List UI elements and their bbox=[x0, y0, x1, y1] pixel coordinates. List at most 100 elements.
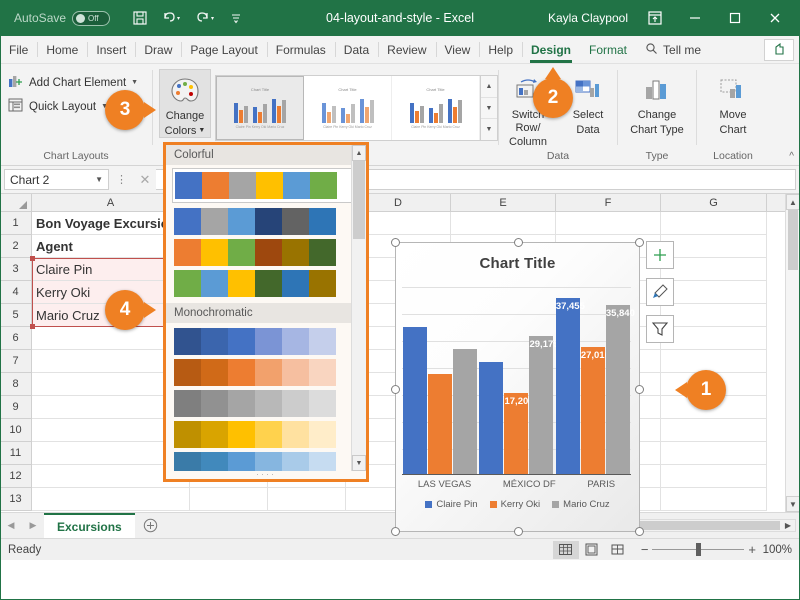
ribbon-display-options-icon[interactable] bbox=[642, 5, 668, 31]
customize-qat-icon[interactable] bbox=[230, 12, 242, 24]
cell-g13[interactable] bbox=[661, 488, 767, 511]
scrollbar-thumb[interactable] bbox=[788, 210, 798, 270]
color-swatch[interactable] bbox=[174, 359, 201, 386]
color-swatch[interactable] bbox=[282, 328, 309, 355]
row-header[interactable]: 6 bbox=[0, 327, 32, 350]
tab-formulas[interactable]: Formulas bbox=[266, 36, 335, 63]
color-swatch[interactable] bbox=[282, 452, 309, 471]
bar-claire-pin[interactable]: 37,455 bbox=[555, 297, 585, 474]
tab-design[interactable]: Design bbox=[522, 36, 580, 63]
palette-colorful-4[interactable] bbox=[166, 268, 366, 299]
color-swatch[interactable] bbox=[201, 390, 228, 417]
color-swatch[interactable] bbox=[201, 328, 228, 355]
color-swatch[interactable] bbox=[255, 390, 282, 417]
color-swatch[interactable] bbox=[174, 452, 201, 471]
row-header[interactable]: 12 bbox=[0, 465, 32, 488]
tab-home[interactable]: Home bbox=[37, 36, 87, 63]
color-swatch[interactable] bbox=[174, 239, 201, 266]
column-header-f[interactable]: F bbox=[556, 194, 661, 211]
color-swatch[interactable] bbox=[309, 239, 336, 266]
color-swatch[interactable] bbox=[228, 239, 255, 266]
cell-g4[interactable] bbox=[661, 281, 767, 304]
color-swatch[interactable] bbox=[309, 208, 336, 235]
change-colors-dropdown[interactable]: Colorful Monochromatic ▲ ▼ ···· bbox=[163, 142, 369, 482]
color-swatch[interactable] bbox=[201, 208, 228, 235]
row-header[interactable]: 11 bbox=[0, 442, 32, 465]
color-swatch[interactable] bbox=[229, 172, 256, 199]
tab-review[interactable]: Review bbox=[378, 36, 435, 63]
tab-file[interactable]: File bbox=[0, 36, 37, 63]
color-swatch[interactable] bbox=[255, 270, 282, 297]
scrollbar-track[interactable] bbox=[352, 239, 366, 455]
row-header[interactable]: 13 bbox=[0, 488, 32, 511]
tell-me-search[interactable]: Tell me bbox=[636, 36, 710, 63]
chart-title[interactable]: Chart Title bbox=[396, 243, 639, 272]
chart-style-thumbnail[interactable]: Chart Title Claire Pin Kerry Oki Mario C… bbox=[304, 76, 392, 140]
color-swatch[interactable] bbox=[201, 270, 228, 297]
row-header[interactable]: 9 bbox=[0, 396, 32, 419]
page-break-view-icon[interactable] bbox=[605, 541, 631, 559]
zoom-in-button[interactable]: + bbox=[748, 542, 756, 557]
color-swatch[interactable] bbox=[309, 452, 336, 471]
color-swatch[interactable] bbox=[255, 328, 282, 355]
dropdown-scroll-down-button[interactable]: ▼ bbox=[352, 455, 366, 471]
palette-colorful-1[interactable] bbox=[172, 168, 360, 203]
resize-handle-bottom-left[interactable] bbox=[391, 527, 400, 536]
tab-view[interactable]: View bbox=[435, 36, 480, 63]
column-header-e[interactable]: E bbox=[451, 194, 556, 211]
bar-claire-pin[interactable] bbox=[479, 361, 504, 474]
bar-mario-cruz[interactable]: 35,840 bbox=[605, 304, 635, 474]
next-sheet-icon[interactable]: ▶ bbox=[22, 513, 44, 538]
add-sheet-icon[interactable] bbox=[135, 513, 167, 538]
chart-style-thumbnail[interactable]: Chart Title Claire Pin Kerry Oki Mario C… bbox=[216, 76, 304, 140]
chevron-down-icon[interactable]: ▼ bbox=[95, 175, 103, 184]
palette-mono-2[interactable] bbox=[166, 357, 366, 388]
color-swatch[interactable] bbox=[174, 208, 201, 235]
color-swatch[interactable] bbox=[201, 359, 228, 386]
close-icon[interactable] bbox=[762, 5, 788, 31]
color-swatch[interactable] bbox=[228, 270, 255, 297]
color-swatch[interactable] bbox=[255, 208, 282, 235]
color-swatch[interactable] bbox=[228, 390, 255, 417]
color-swatch[interactable] bbox=[228, 328, 255, 355]
tab-data[interactable]: Data bbox=[334, 36, 378, 63]
cell-g6[interactable] bbox=[661, 327, 767, 350]
save-icon[interactable] bbox=[132, 10, 148, 26]
color-swatch[interactable] bbox=[282, 208, 309, 235]
color-swatch[interactable] bbox=[309, 421, 336, 448]
cell-g2[interactable] bbox=[661, 235, 767, 258]
zoom-track[interactable] bbox=[652, 542, 745, 556]
vertical-scrollbar[interactable]: ▲ ▼ bbox=[785, 194, 800, 512]
undo-icon[interactable] bbox=[162, 10, 182, 26]
dropdown-scroll-up-button[interactable]: ▲ bbox=[352, 145, 366, 161]
color-swatch[interactable] bbox=[201, 452, 228, 471]
color-swatch[interactable] bbox=[201, 421, 228, 448]
chart-style-thumbnail[interactable]: Chart Title Claire Pin Kerry Oki Mario C… bbox=[392, 76, 480, 140]
row-header[interactable]: 10 bbox=[0, 419, 32, 442]
change-colors-button[interactable]: Change Colors ▼ bbox=[159, 69, 211, 139]
row-header[interactable]: 3 bbox=[0, 258, 32, 281]
column-header-g[interactable]: G bbox=[661, 194, 767, 211]
resize-grip-icon[interactable]: ···· bbox=[166, 470, 366, 479]
palette-colorful-2[interactable] bbox=[166, 206, 366, 237]
row-header[interactable]: 2 bbox=[0, 235, 32, 258]
chart-filters-icon[interactable] bbox=[646, 315, 674, 343]
chart-styles-gallery[interactable]: Chart Title Claire Pin Kerry Oki Mario C… bbox=[215, 75, 498, 141]
color-swatch[interactable] bbox=[228, 452, 255, 471]
gallery-more-button[interactable]: ▼ bbox=[481, 119, 497, 141]
dropdown-scrollbar[interactable]: ▲ ▼ bbox=[351, 145, 366, 471]
sheet-tab-excursions[interactable]: Excursions bbox=[44, 513, 135, 538]
resize-handle-top-right[interactable] bbox=[635, 238, 644, 247]
bar-kerry-oki[interactable]: 17,200 bbox=[504, 392, 534, 474]
share-button[interactable] bbox=[764, 38, 794, 61]
scrollbar-thumb[interactable] bbox=[353, 161, 365, 239]
cell-g1[interactable] bbox=[661, 212, 767, 235]
color-swatch[interactable] bbox=[228, 208, 255, 235]
palette-mono-1[interactable] bbox=[166, 323, 366, 357]
color-swatch[interactable] bbox=[174, 390, 201, 417]
tab-help[interactable]: Help bbox=[479, 36, 522, 63]
bar-kerry-oki[interactable] bbox=[428, 373, 453, 474]
color-swatch[interactable] bbox=[228, 421, 255, 448]
color-swatch[interactable] bbox=[255, 359, 282, 386]
cell-e1[interactable] bbox=[451, 212, 556, 235]
